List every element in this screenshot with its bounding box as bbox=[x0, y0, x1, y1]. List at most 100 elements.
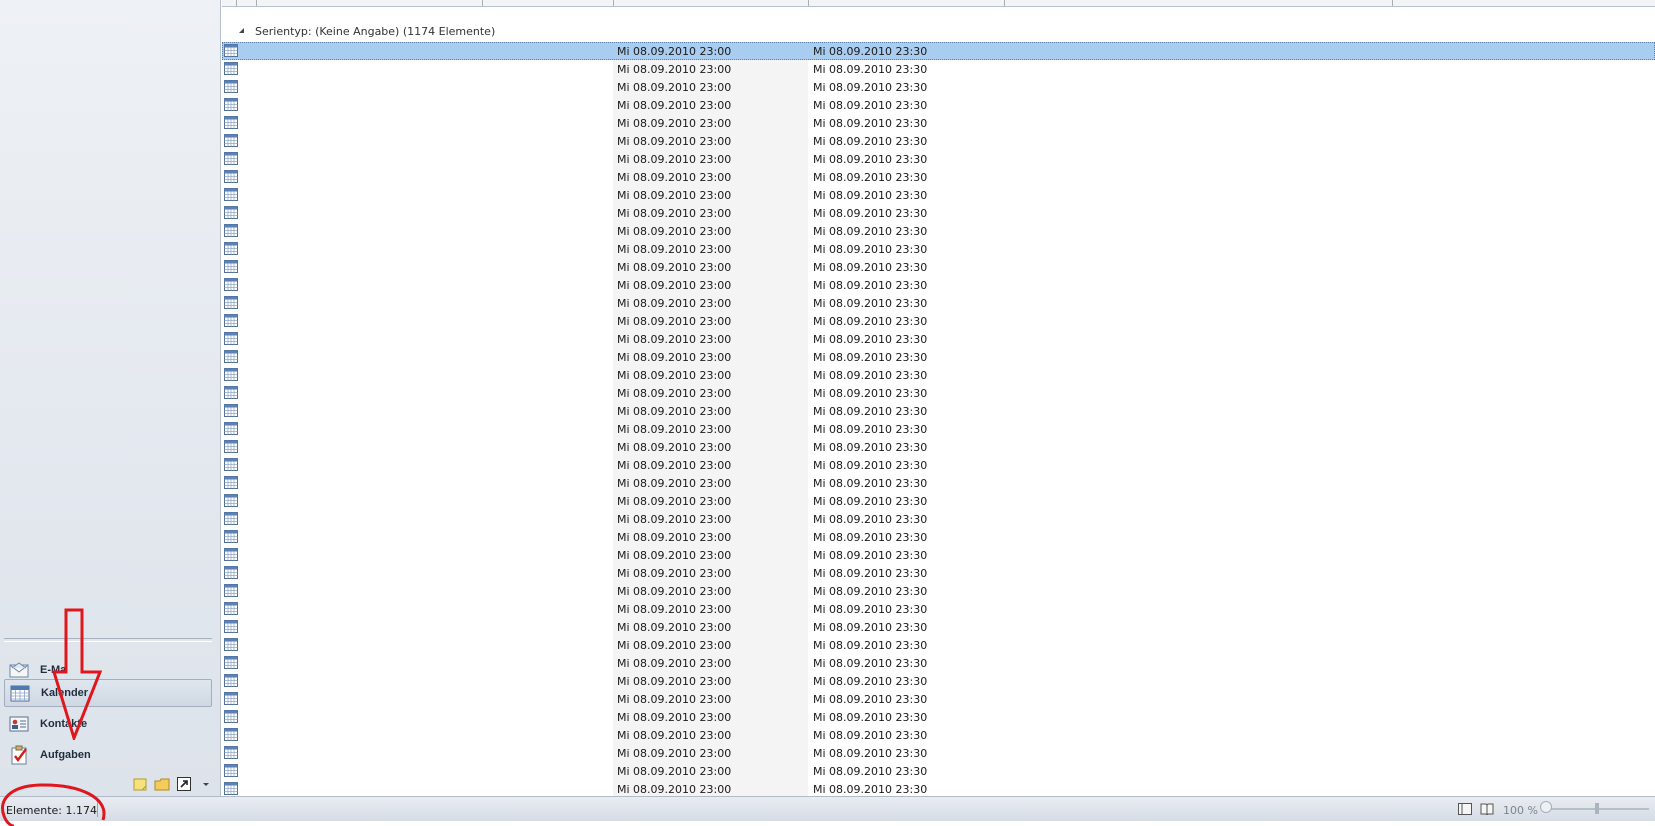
table-row[interactable]: Mi 08.09.2010 23:00 Mi 08.09.2010 23:30 bbox=[222, 474, 1655, 492]
start-cell: Mi 08.09.2010 23:00 bbox=[617, 783, 732, 796]
table-row[interactable]: Mi 08.09.2010 23:00 Mi 08.09.2010 23:30 bbox=[222, 348, 1655, 366]
appointment-icon bbox=[224, 710, 238, 723]
table-row[interactable]: Mi 08.09.2010 23:00 Mi 08.09.2010 23:30 bbox=[222, 582, 1655, 600]
appointment-icon bbox=[224, 314, 238, 327]
table-row[interactable]: Mi 08.09.2010 23:00 Mi 08.09.2010 23:30 bbox=[222, 60, 1655, 78]
end-cell: Mi 08.09.2010 23:30 bbox=[813, 405, 928, 418]
table-row[interactable]: Mi 08.09.2010 23:00 Mi 08.09.2010 23:30 bbox=[222, 312, 1655, 330]
start-cell: Mi 08.09.2010 23:00 bbox=[617, 405, 732, 418]
end-cell: Mi 08.09.2010 23:30 bbox=[813, 513, 928, 526]
column-separator[interactable] bbox=[1004, 0, 1005, 6]
appointment-icon bbox=[224, 170, 238, 183]
table-row[interactable]: Mi 08.09.2010 23:00 Mi 08.09.2010 23:30 bbox=[222, 546, 1655, 564]
table-row[interactable]: Mi 08.09.2010 23:00 Mi 08.09.2010 23:30 bbox=[222, 762, 1655, 780]
shortcut-icon[interactable] bbox=[176, 777, 192, 791]
table-row[interactable]: Mi 08.09.2010 23:00 Mi 08.09.2010 23:30 bbox=[222, 294, 1655, 312]
end-cell: Mi 08.09.2010 23:30 bbox=[813, 549, 928, 562]
table-row[interactable]: Mi 08.09.2010 23:00 Mi 08.09.2010 23:30 bbox=[222, 276, 1655, 294]
table-row[interactable]: Mi 08.09.2010 23:00 Mi 08.09.2010 23:30 bbox=[222, 222, 1655, 240]
table-row[interactable]: Mi 08.09.2010 23:00 Mi 08.09.2010 23:30 bbox=[222, 438, 1655, 456]
table-row[interactable]: Mi 08.09.2010 23:00 Mi 08.09.2010 23:30 bbox=[222, 492, 1655, 510]
table-row[interactable]: Mi 08.09.2010 23:00 Mi 08.09.2010 23:30 bbox=[222, 186, 1655, 204]
table-row[interactable]: Mi 08.09.2010 23:00 Mi 08.09.2010 23:30 bbox=[222, 330, 1655, 348]
zoom-level[interactable]: 100 % bbox=[1503, 804, 1538, 817]
zoom-out-button[interactable] bbox=[1540, 801, 1552, 813]
folder-icon[interactable] bbox=[154, 777, 170, 791]
table-row[interactable]: Mi 08.09.2010 23:00 Mi 08.09.2010 23:30 bbox=[222, 96, 1655, 114]
table-row[interactable]: Mi 08.09.2010 23:00 Mi 08.09.2010 23:30 bbox=[222, 420, 1655, 438]
table-row[interactable]: Mi 08.09.2010 23:00 Mi 08.09.2010 23:30 bbox=[222, 564, 1655, 582]
column-separator[interactable] bbox=[482, 0, 483, 6]
table-row[interactable]: Mi 08.09.2010 23:00 Mi 08.09.2010 23:30 bbox=[222, 42, 1655, 60]
table-row[interactable]: Mi 08.09.2010 23:00 Mi 08.09.2010 23:30 bbox=[222, 366, 1655, 384]
annotation-arrow-icon bbox=[52, 608, 102, 740]
table-row[interactable]: Mi 08.09.2010 23:00 Mi 08.09.2010 23:30 bbox=[222, 672, 1655, 690]
end-cell: Mi 08.09.2010 23:30 bbox=[813, 315, 928, 328]
nav-button-tasks[interactable]: Aufgaben bbox=[4, 741, 212, 769]
table-row[interactable]: Mi 08.09.2010 23:00 Mi 08.09.2010 23:30 bbox=[222, 402, 1655, 420]
end-cell: Mi 08.09.2010 23:30 bbox=[813, 711, 928, 724]
column-separator[interactable] bbox=[613, 0, 614, 6]
appointment-icon bbox=[224, 98, 238, 111]
table-row[interactable]: Mi 08.09.2010 23:00 Mi 08.09.2010 23:30 bbox=[222, 690, 1655, 708]
end-cell: Mi 08.09.2010 23:30 bbox=[813, 765, 928, 778]
column-separator[interactable] bbox=[1392, 0, 1393, 6]
table-row[interactable]: Mi 08.09.2010 23:00 Mi 08.09.2010 23:30 bbox=[222, 204, 1655, 222]
table-row[interactable]: Mi 08.09.2010 23:00 Mi 08.09.2010 23:30 bbox=[222, 654, 1655, 672]
column-separator[interactable] bbox=[808, 0, 809, 6]
start-cell: Mi 08.09.2010 23:00 bbox=[617, 369, 732, 382]
start-cell: Mi 08.09.2010 23:00 bbox=[617, 225, 732, 238]
table-row[interactable]: Mi 08.09.2010 23:00 Mi 08.09.2010 23:30 bbox=[222, 114, 1655, 132]
table-row[interactable]: Mi 08.09.2010 23:00 Mi 08.09.2010 23:30 bbox=[222, 258, 1655, 276]
table-row[interactable]: Mi 08.09.2010 23:00 Mi 08.09.2010 23:30 bbox=[222, 636, 1655, 654]
nav-button-calendar[interactable]: Kalender bbox=[4, 679, 212, 707]
start-cell: Mi 08.09.2010 23:00 bbox=[617, 297, 732, 310]
table-row[interactable]: Mi 08.09.2010 23:00 Mi 08.09.2010 23:30 bbox=[222, 132, 1655, 150]
end-cell: Mi 08.09.2010 23:30 bbox=[813, 567, 928, 580]
end-cell: Mi 08.09.2010 23:30 bbox=[813, 189, 928, 202]
normal-view-icon[interactable] bbox=[1458, 803, 1472, 815]
table-row[interactable]: Mi 08.09.2010 23:00 Mi 08.09.2010 23:30 bbox=[222, 384, 1655, 402]
nav-button-contacts[interactable]: Kontakte bbox=[4, 710, 212, 738]
table-row[interactable]: Mi 08.09.2010 23:00 Mi 08.09.2010 23:30 bbox=[222, 726, 1655, 744]
appointment-icon bbox=[224, 80, 238, 93]
table-row[interactable]: Mi 08.09.2010 23:00 Mi 08.09.2010 23:30 bbox=[222, 150, 1655, 168]
zoom-slider-thumb[interactable] bbox=[1595, 803, 1599, 814]
table-row[interactable]: Mi 08.09.2010 23:00 Mi 08.09.2010 23:30 bbox=[222, 510, 1655, 528]
configure-buttons-icon[interactable] bbox=[198, 777, 214, 791]
table-row[interactable]: Mi 08.09.2010 23:00 Mi 08.09.2010 23:30 bbox=[222, 708, 1655, 726]
collapse-triangle-icon[interactable] bbox=[239, 28, 244, 33]
start-cell: Mi 08.09.2010 23:00 bbox=[617, 585, 732, 598]
start-cell: Mi 08.09.2010 23:00 bbox=[617, 477, 732, 490]
start-cell: Mi 08.09.2010 23:00 bbox=[617, 315, 732, 328]
appointment-icon bbox=[224, 332, 238, 345]
end-cell: Mi 08.09.2010 23:30 bbox=[813, 495, 928, 508]
table-row[interactable]: Mi 08.09.2010 23:00 Mi 08.09.2010 23:30 bbox=[222, 744, 1655, 762]
group-header[interactable]: Serientyp: (Keine Angabe) (1174 Elemente… bbox=[222, 22, 1655, 42]
column-separator[interactable] bbox=[236, 0, 237, 6]
end-cell: Mi 08.09.2010 23:30 bbox=[813, 45, 928, 58]
column-separator[interactable] bbox=[256, 0, 257, 6]
appointment-icon bbox=[224, 278, 238, 291]
table-row[interactable]: Mi 08.09.2010 23:00 Mi 08.09.2010 23:30 bbox=[222, 780, 1655, 796]
start-cell: Mi 08.09.2010 23:00 bbox=[617, 729, 732, 742]
appointment-icon bbox=[224, 242, 238, 255]
end-cell: Mi 08.09.2010 23:30 bbox=[813, 261, 928, 274]
appointment-icon bbox=[224, 260, 238, 273]
navigation-pane-splitter[interactable] bbox=[4, 638, 212, 642]
table-row[interactable]: Mi 08.09.2010 23:00 Mi 08.09.2010 23:30 bbox=[222, 168, 1655, 186]
start-cell: Mi 08.09.2010 23:00 bbox=[617, 63, 732, 76]
table-row[interactable]: Mi 08.09.2010 23:00 Mi 08.09.2010 23:30 bbox=[222, 456, 1655, 474]
table-row[interactable]: Mi 08.09.2010 23:00 Mi 08.09.2010 23:30 bbox=[222, 240, 1655, 258]
start-cell: Mi 08.09.2010 23:00 bbox=[617, 135, 732, 148]
notes-icon[interactable] bbox=[132, 777, 148, 791]
table-row[interactable]: Mi 08.09.2010 23:00 Mi 08.09.2010 23:30 bbox=[222, 78, 1655, 96]
end-cell: Mi 08.09.2010 23:30 bbox=[813, 333, 928, 346]
end-cell: Mi 08.09.2010 23:30 bbox=[813, 441, 928, 454]
table-row[interactable]: Mi 08.09.2010 23:00 Mi 08.09.2010 23:30 bbox=[222, 600, 1655, 618]
appointment-icon bbox=[224, 62, 238, 75]
reading-view-icon[interactable] bbox=[1480, 803, 1494, 816]
end-cell: Mi 08.09.2010 23:30 bbox=[813, 621, 928, 634]
table-row[interactable]: Mi 08.09.2010 23:00 Mi 08.09.2010 23:30 bbox=[222, 618, 1655, 636]
table-row[interactable]: Mi 08.09.2010 23:00 Mi 08.09.2010 23:30 bbox=[222, 528, 1655, 546]
